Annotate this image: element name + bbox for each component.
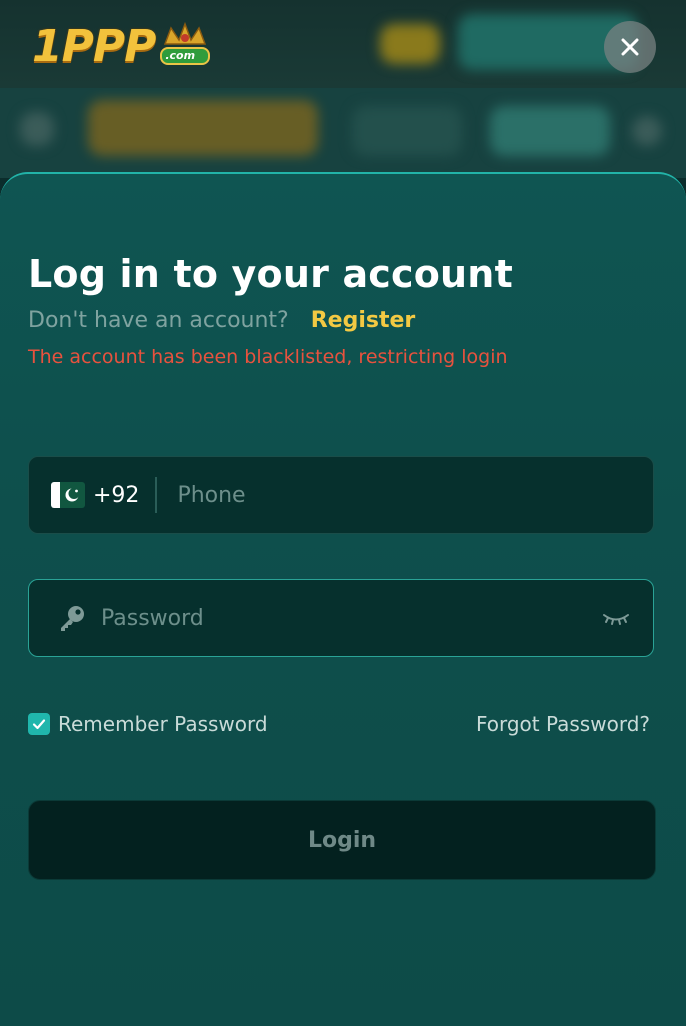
logo-suffix: .com — [165, 49, 196, 62]
check-icon — [32, 719, 46, 730]
crown-icon — [160, 21, 211, 65]
login-button[interactable]: Login — [28, 800, 656, 880]
close-button[interactable] — [604, 21, 656, 73]
login-modal: Log in to your account Don't have an acc… — [0, 172, 686, 1026]
background-decoration — [88, 100, 318, 156]
field-divider — [155, 477, 158, 513]
remember-password-label[interactable]: Remember Password — [58, 712, 268, 736]
page-title: Log in to your account — [28, 252, 513, 296]
eye-closed-icon[interactable] — [601, 608, 631, 628]
forgot-password-link[interactable]: Forgot Password? — [476, 712, 650, 736]
country-code[interactable]: +92 — [93, 483, 139, 508]
register-prompt: Don't have an account? Register — [28, 308, 415, 333]
register-link[interactable]: Register — [311, 308, 416, 333]
background-decoration — [380, 24, 440, 64]
background-decoration — [20, 112, 54, 146]
phone-input[interactable] — [175, 481, 580, 509]
background-decoration — [352, 106, 462, 156]
remember-password-checkbox[interactable]: Remember Password — [28, 712, 268, 736]
password-field[interactable] — [28, 579, 654, 657]
checkbox[interactable] — [28, 713, 50, 735]
no-account-text: Don't have an account? — [28, 308, 289, 333]
background-decoration — [632, 116, 662, 146]
error-message: The account has been blacklisted, restri… — [28, 346, 508, 368]
logo-badge: .com — [157, 20, 213, 72]
pakistan-flag-icon[interactable] — [51, 482, 85, 508]
brand-logo: 1PPP .com — [32, 20, 213, 72]
close-icon — [621, 38, 639, 56]
logo-text: 1PPP — [32, 20, 156, 72]
key-icon — [61, 606, 84, 631]
phone-field[interactable]: +92 — [28, 456, 654, 534]
password-input[interactable] — [99, 604, 583, 632]
background-decoration — [490, 106, 610, 156]
